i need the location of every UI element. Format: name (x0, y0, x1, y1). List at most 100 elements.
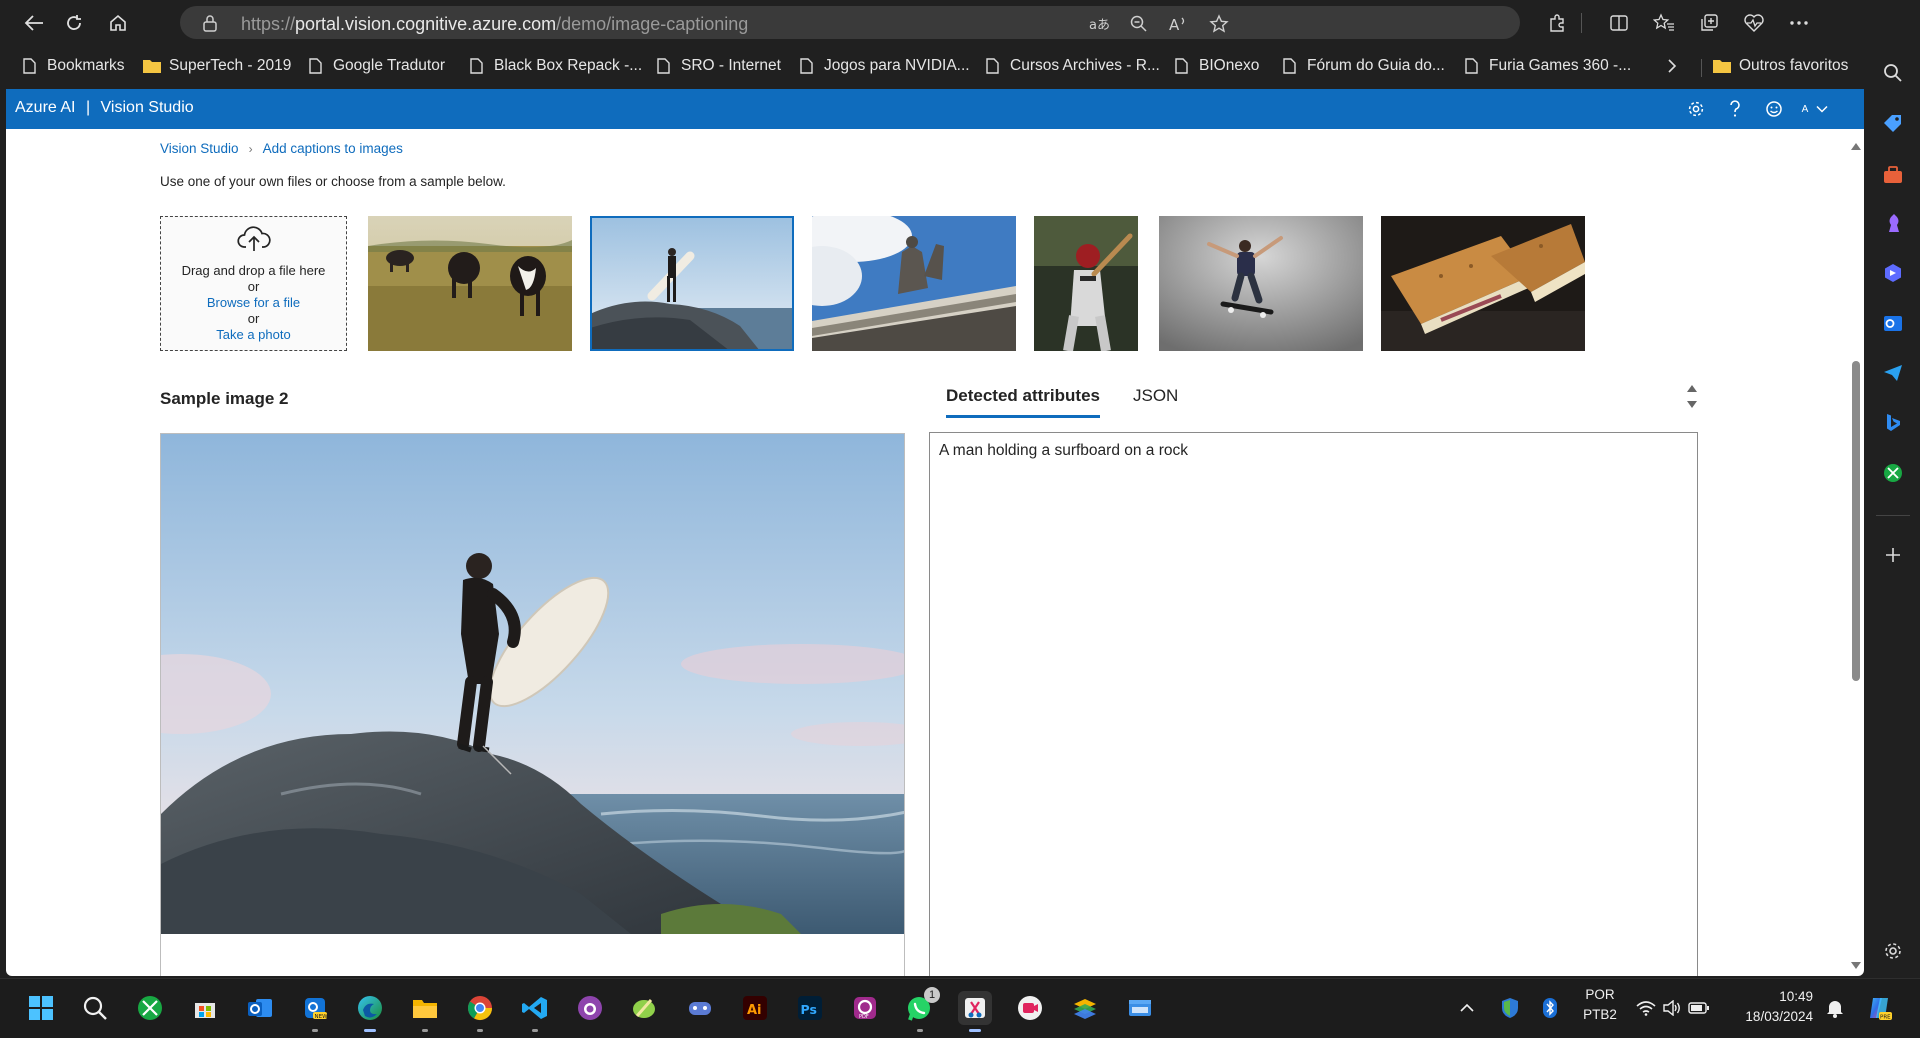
help-question-icon[interactable] (1724, 98, 1746, 120)
sample-thumb-building[interactable] (812, 216, 1016, 351)
browse-file-link[interactable]: Browse for a file (161, 295, 346, 310)
chrome-icon[interactable] (463, 991, 497, 1032)
tools-briefcase-icon[interactable] (1880, 162, 1906, 188)
bookmark-item[interactable]: Google Tradutor (306, 55, 445, 77)
clock-date[interactable]: 18/03/2024 (1733, 1009, 1813, 1024)
taskbar-search-icon[interactable] (78, 991, 112, 1025)
copilot-designer-icon[interactable] (1880, 260, 1906, 286)
snipping-tool-icon[interactable] (958, 991, 992, 1032)
adobe-photoshop-icon[interactable]: Ps (793, 991, 827, 1025)
outlook-icon[interactable] (1880, 310, 1906, 336)
bookmark-item[interactable]: Black Box Repack -... (467, 55, 642, 77)
scroll-up-arrow-icon[interactable] (1850, 141, 1862, 151)
file-explorer-icon[interactable] (408, 991, 442, 1032)
extensions-icon[interactable] (1544, 10, 1570, 36)
page-scrollbar[interactable] (1849, 141, 1863, 971)
feedback-smiley-icon[interactable] (1763, 98, 1785, 120)
bookmark-item[interactable]: Jogos para NVIDIA... (797, 55, 970, 77)
file-drop-zone[interactable]: Drag and drop a file here or Browse for … (160, 216, 347, 351)
tray-overflow-chevron-up-icon[interactable] (1455, 991, 1479, 1025)
collections-icon[interactable] (1696, 10, 1722, 36)
lock-icon[interactable] (202, 14, 218, 36)
bookmark-item[interactable]: Furia Games 360 -... (1462, 55, 1631, 77)
bookmark-item[interactable]: BIOnexo (1172, 55, 1259, 77)
read-aloud-icon[interactable]: A (1167, 14, 1191, 34)
folder-icon (1712, 57, 1731, 75)
outlook-new-app-icon[interactable]: NEW (298, 991, 332, 1032)
gamepad-app-icon[interactable] (683, 991, 717, 1025)
page-icon (467, 57, 485, 75)
remote-desktop-icon[interactable] (1123, 991, 1157, 1025)
wifi-icon[interactable] (1634, 991, 1658, 1025)
copilot-taskbar-icon[interactable]: PRE (1862, 991, 1896, 1025)
bookmark-item[interactable]: Fórum do Guia do... (1280, 55, 1445, 77)
breadcrumb-vision-studio[interactable]: Vision Studio (160, 141, 239, 156)
home-button[interactable] (102, 8, 134, 38)
xbox-app-icon[interactable] (133, 991, 167, 1025)
tab-detected-attributes[interactable]: Detected attributes (946, 386, 1100, 418)
brand-azure-ai: Azure AI (15, 99, 76, 116)
pdf-app-icon[interactable]: PDF (848, 991, 882, 1025)
sample-thumb-surfer[interactable] (590, 216, 794, 351)
bing-icon[interactable] (1880, 410, 1906, 436)
back-button[interactable] (18, 8, 50, 38)
more-options-icon[interactable] (1786, 10, 1812, 36)
vscode-icon[interactable] (518, 991, 552, 1032)
notepad-plus-icon[interactable] (628, 991, 662, 1025)
address-bar[interactable]: https://portal.vision.cognitive.azure.co… (180, 6, 1520, 39)
tabs-scroll-up-icon[interactable] (1686, 383, 1698, 393)
input-language[interactable]: POR (1580, 987, 1620, 1002)
take-photo-link[interactable]: Take a photo (161, 327, 346, 342)
windows-start-icon[interactable] (24, 991, 58, 1025)
add-sidebar-app-icon[interactable] (1880, 542, 1906, 568)
bookmark-item[interactable]: SuperTech - 2019 (142, 55, 291, 77)
bluetooth-icon[interactable] (1537, 991, 1563, 1025)
adobe-illustrator-icon[interactable]: Ai (738, 991, 772, 1025)
send-telegram-icon[interactable] (1880, 360, 1906, 386)
sample-thumb-baseball[interactable] (1034, 216, 1138, 351)
split-screen-icon[interactable] (1606, 10, 1632, 36)
keyboard-layout[interactable]: PTB2 (1580, 1007, 1620, 1022)
settings-gear-icon[interactable] (1685, 98, 1707, 120)
bookmarks-overflow-chevron-icon[interactable] (1666, 55, 1678, 77)
translate-icon[interactable]: aあ (1087, 14, 1111, 34)
sample-thumb-cows[interactable] (368, 216, 572, 351)
notification-bell-icon[interactable] (1823, 991, 1847, 1025)
xbox-icon[interactable] (1880, 460, 1906, 486)
bookmark-item[interactable]: Cursos Archives - R... (983, 55, 1160, 77)
bookmark-item[interactable]: Bookmarks (20, 55, 125, 77)
github-desktop-icon[interactable] (573, 991, 607, 1025)
tab-json[interactable]: JSON (1133, 386, 1178, 414)
scrollbar-thumb[interactable] (1852, 361, 1860, 681)
sample-thumb-skateboarder[interactable] (1159, 216, 1363, 351)
clock-time[interactable]: 10:49 (1733, 989, 1813, 1004)
whatsapp-icon[interactable]: 1 (903, 987, 940, 1032)
volume-icon[interactable] (1660, 991, 1684, 1025)
favorites-icon[interactable] (1651, 10, 1677, 36)
shopping-tag-icon[interactable] (1880, 110, 1906, 136)
bluestacks-icon[interactable] (1068, 991, 1102, 1025)
other-favorites-folder[interactable]: Outros favoritos (1712, 55, 1848, 77)
games-chess-icon[interactable] (1880, 210, 1906, 236)
sidebar-settings-gear-icon[interactable] (1880, 938, 1906, 964)
breadcrumb-current[interactable]: Add captions to images (263, 141, 403, 156)
bookmark-item[interactable]: SRO - Internet (654, 55, 781, 77)
account-menu[interactable]: A (1798, 98, 1832, 120)
microsoft-store-icon[interactable] (188, 991, 222, 1025)
outlook-app-icon[interactable] (243, 991, 277, 1025)
sidebar-search-icon[interactable] (1880, 60, 1906, 86)
drop-instruction: Drag and drop a file here (181, 263, 326, 278)
sample-thumb-sandwich[interactable] (1381, 216, 1585, 351)
edge-browser-icon[interactable] (353, 991, 387, 1032)
defender-shield-icon[interactable] (1497, 991, 1523, 1025)
battery-icon[interactable] (1686, 991, 1712, 1025)
screen-recorder-icon[interactable] (1013, 991, 1047, 1025)
url-text[interactable]: https://portal.vision.cognitive.azure.co… (241, 14, 748, 35)
favorite-star-icon[interactable] (1207, 14, 1231, 34)
tabs-scroll-down-icon[interactable] (1686, 400, 1698, 410)
zoom-icon[interactable] (1127, 14, 1151, 34)
refresh-button[interactable] (58, 8, 90, 38)
scroll-down-arrow-icon[interactable] (1850, 961, 1862, 971)
browser-essentials-icon[interactable] (1741, 10, 1767, 36)
app-brand[interactable]: Azure AI | Vision Studio (15, 99, 194, 117)
